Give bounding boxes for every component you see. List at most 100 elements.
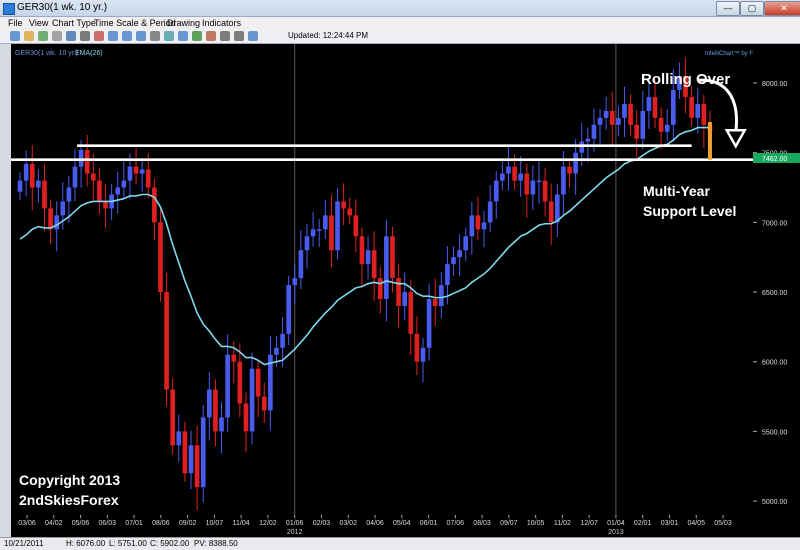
minimize-button[interactable]: — bbox=[716, 1, 740, 16]
x-tick-label: 09/02 bbox=[179, 520, 197, 527]
candle-body bbox=[97, 180, 102, 202]
candle-body bbox=[493, 180, 499, 202]
candle-body bbox=[365, 250, 371, 265]
x-tick-label: 12/07 bbox=[580, 520, 598, 527]
current-price-label: 7462.00 bbox=[762, 156, 787, 163]
color-icon[interactable] bbox=[206, 31, 216, 41]
candle-body bbox=[115, 187, 121, 195]
candle-body bbox=[280, 333, 285, 348]
label-rolling-over: Rolling Over bbox=[641, 71, 730, 88]
x-tick-label: 05/04 bbox=[393, 520, 411, 527]
candle-body bbox=[304, 236, 310, 251]
candle-body bbox=[255, 368, 261, 397]
save-icon[interactable] bbox=[38, 31, 48, 41]
candle-body bbox=[384, 236, 389, 300]
x-tick-label: 08/03 bbox=[473, 520, 491, 527]
candle-body bbox=[347, 208, 353, 216]
status-low: L: 5751.00 bbox=[109, 539, 147, 548]
candle-body bbox=[139, 169, 145, 174]
candle-body bbox=[176, 431, 182, 446]
menu-file[interactable]: File bbox=[8, 18, 23, 28]
x-tick-label: 06/03 bbox=[99, 520, 117, 527]
menu-drawing[interactable]: Drawing bbox=[167, 18, 200, 28]
copyright-line-2: 2ndSkiesForex bbox=[19, 492, 119, 508]
x-tick-label: 04/06 bbox=[366, 520, 384, 527]
candle-body bbox=[390, 236, 395, 279]
candle-body bbox=[353, 215, 359, 237]
open-icon[interactable] bbox=[24, 31, 34, 41]
menu-view[interactable]: View bbox=[29, 18, 48, 28]
candle-body bbox=[237, 361, 243, 404]
last-bar-highlight bbox=[707, 122, 712, 160]
y-tick-label: 7000.00 bbox=[762, 220, 787, 227]
zoom-out-icon[interactable] bbox=[136, 31, 146, 41]
candle-body bbox=[261, 396, 267, 411]
text-tool-icon[interactable] bbox=[94, 31, 104, 41]
candle-body bbox=[432, 299, 438, 306]
x-tick-label: 06/01 bbox=[420, 520, 438, 527]
date-axis: 03/06 04/02 05/06 06/03 07/01 08/06 09/02 10/07… bbox=[11, 515, 800, 537]
x-tick-label: 04/05 bbox=[687, 520, 705, 527]
candle-body bbox=[29, 163, 35, 188]
candle-body bbox=[567, 166, 572, 174]
candle-body bbox=[591, 124, 597, 139]
title-bar: GER30(1 wk. 10 yr.) — ▢ ✕ bbox=[0, 0, 800, 17]
candle-body bbox=[670, 89, 676, 125]
x-tick-label: 07/06 bbox=[447, 520, 465, 527]
print-icon[interactable] bbox=[52, 31, 62, 41]
hand-icon[interactable] bbox=[150, 31, 160, 41]
x-tick-label: 10/05 bbox=[527, 520, 545, 527]
candle-body bbox=[286, 285, 292, 334]
chart-plot-area[interactable]: GER30(1 wk. 10 yr.) EMA(26) IntelliChart™ … bbox=[11, 44, 753, 515]
candle-body bbox=[530, 180, 536, 195]
pan-icon[interactable] bbox=[248, 31, 258, 41]
candle-body bbox=[298, 250, 304, 279]
candle-body bbox=[249, 368, 255, 432]
candle-body bbox=[426, 299, 432, 348]
step-back-icon[interactable] bbox=[220, 31, 230, 41]
menu-chart-type[interactable]: Chart Type bbox=[52, 18, 96, 28]
candle-body bbox=[658, 117, 664, 132]
x-tick-label: 10/07 bbox=[206, 520, 224, 527]
candle-body bbox=[609, 110, 615, 125]
x-tick-label: 11/04 bbox=[233, 520, 250, 527]
menu-time-scale[interactable]: Time Scale & Period bbox=[94, 18, 176, 28]
candle-body bbox=[414, 333, 420, 362]
candle-body bbox=[457, 250, 462, 258]
candle-body bbox=[17, 180, 23, 192]
y-tick-label: 5500.00 bbox=[762, 429, 787, 436]
new-icon[interactable] bbox=[10, 31, 20, 41]
candle-body bbox=[225, 354, 230, 418]
legend-ema: EMA(26) bbox=[75, 50, 103, 57]
candle-body bbox=[152, 187, 157, 223]
candle-body bbox=[54, 215, 60, 230]
candle-body bbox=[84, 149, 90, 174]
candle-body bbox=[554, 194, 560, 223]
candle-body bbox=[701, 103, 707, 125]
fibonacci-icon[interactable] bbox=[164, 31, 174, 41]
candle-body bbox=[408, 292, 414, 334]
copyright-line-1: Copyright 2013 bbox=[19, 472, 120, 488]
candle-body bbox=[60, 201, 66, 216]
bars-icon[interactable] bbox=[178, 31, 188, 41]
candle-body bbox=[573, 152, 578, 174]
step-forward-icon[interactable] bbox=[234, 31, 244, 41]
zoom-in-icon[interactable] bbox=[122, 31, 132, 41]
close-button[interactable]: ✕ bbox=[764, 1, 800, 16]
text-icon[interactable] bbox=[192, 31, 202, 41]
status-high: H: 6076.00 bbox=[66, 539, 106, 548]
candle-body bbox=[23, 163, 29, 181]
line-tool-icon[interactable] bbox=[66, 31, 76, 41]
crosshair-icon[interactable] bbox=[108, 31, 118, 41]
x-tick-label: 04/02 bbox=[45, 520, 63, 527]
label-multi-year: Multi-Year bbox=[643, 183, 710, 199]
menu-indicators[interactable]: Indicators bbox=[202, 18, 241, 28]
candle-body bbox=[463, 236, 469, 251]
candle-body bbox=[371, 250, 377, 279]
candle-body bbox=[36, 180, 41, 188]
candle-body bbox=[90, 173, 96, 181]
maximize-button[interactable]: ▢ bbox=[740, 1, 764, 16]
cursor-icon[interactable] bbox=[80, 31, 90, 41]
x-tick-label: 09/07 bbox=[500, 520, 518, 527]
candle-body bbox=[561, 166, 566, 195]
